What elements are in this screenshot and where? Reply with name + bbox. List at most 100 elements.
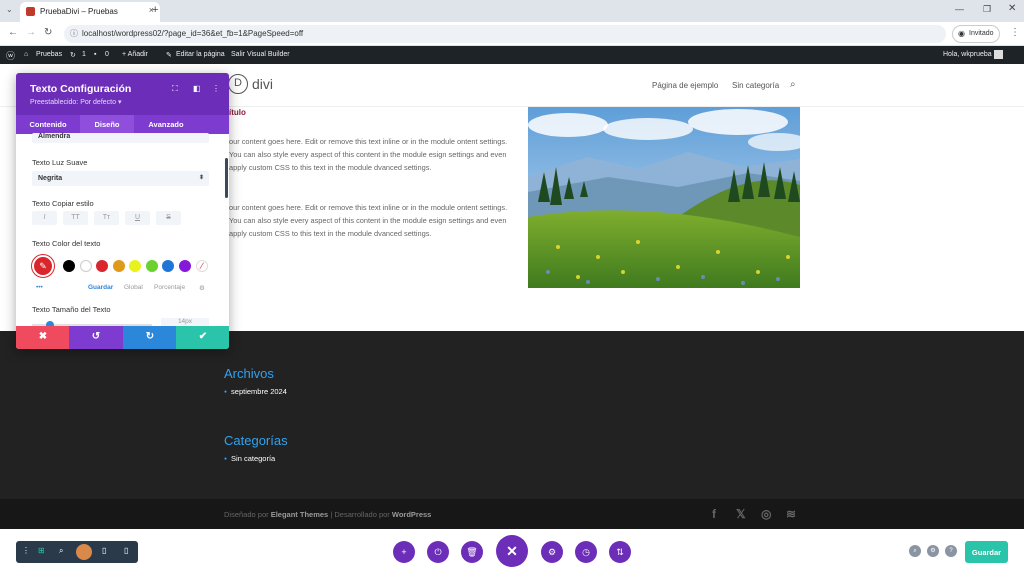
landscape-image[interactable] (528, 107, 800, 288)
minimize-icon[interactable]: — (955, 4, 964, 14)
swatch-blue[interactable] (162, 260, 174, 272)
history-button[interactable]: ◷ (575, 541, 597, 563)
zoom-icon[interactable]: ⌕ (59, 546, 63, 556)
font-select[interactable]: Almendra (32, 133, 209, 143)
text-paragraph-1[interactable]: our content goes here. Edit or remove th… (229, 135, 509, 174)
search-builder-icon[interactable]: ⌕ (909, 545, 921, 557)
swatch-purple[interactable] (179, 260, 191, 272)
swatch-white[interactable] (80, 260, 92, 272)
tab-avanzado[interactable]: Avanzado (134, 115, 198, 134)
redo-button[interactable]: ↻ (123, 326, 177, 349)
no-color-icon[interactable]: ⁄ (196, 260, 208, 272)
font-weight-value: Negrita (38, 175, 63, 182)
discard-button[interactable]: ✖ (16, 326, 70, 349)
credit-brand-link[interactable]: Elegant Themes (271, 510, 329, 519)
color-settings-icon[interactable]: ⚙ (199, 284, 205, 292)
facebook-icon[interactable]: f (712, 507, 716, 521)
dock-panel-icon[interactable]: ◧ (193, 84, 201, 93)
phone-view-icon[interactable]: ▯ (124, 546, 128, 555)
search-icon[interactable]: ⌕ (790, 79, 796, 90)
add-new-link[interactable]: + Añadir (122, 51, 148, 58)
swatch-orange[interactable] (113, 260, 125, 272)
panel-header[interactable]: Texto Configuración Preestablecido: Por … (16, 73, 229, 115)
url-field[interactable]: ⓘ localhost/wordpress02/?page_id=36&et_f… (64, 25, 946, 43)
edit-page-link[interactable]: Editar la página (176, 51, 225, 58)
browser-tab[interactable]: PruebaDivi – Pruebas × (20, 2, 160, 22)
save-color-link[interactable]: Guardar (88, 284, 113, 291)
more-options-icon[interactable]: ••• (36, 284, 43, 291)
back-icon[interactable]: ← (8, 27, 18, 38)
tab-contenido[interactable]: Contenido (16, 115, 80, 134)
profile-button[interactable]: ◉ Invitado (952, 25, 1000, 43)
wordpress-logo-icon[interactable]: ⓦ (6, 49, 15, 62)
tab-list-icon[interactable]: ⌄ (6, 5, 13, 14)
site-logo-text[interactable]: divi (252, 76, 273, 92)
desktop-view-icon[interactable] (76, 544, 92, 560)
site-logo-icon[interactable]: D (228, 74, 248, 94)
help-icon[interactable]: ? (945, 545, 957, 557)
footer-bottom-bar: Diseñado por Elegant Themes | Desarrolla… (0, 499, 1024, 529)
builder-settings-icon[interactable]: ⚙ (927, 545, 939, 557)
swatch-green[interactable] (146, 260, 158, 272)
swatch-red[interactable] (96, 260, 108, 272)
reload-icon[interactable]: ↻ (44, 27, 52, 38)
font-weight-select[interactable]: Negrita ⬍ (32, 171, 209, 186)
fullscreen-icon[interactable]: ⛶ (172, 84, 178, 94)
exit-builder-link[interactable]: Salir Visual Builder (231, 51, 290, 58)
menu-item-sin-categoria[interactable]: Sin categoría (732, 81, 779, 90)
comments-count[interactable]: 0 (105, 51, 109, 58)
tablet-view-icon[interactable]: ▯ (102, 546, 106, 555)
new-tab-icon[interactable]: + (152, 4, 158, 16)
x-twitter-icon[interactable]: 𝕏 (736, 507, 746, 521)
close-window-icon[interactable]: ✕ (1008, 3, 1016, 14)
credit-wordpress-link[interactable]: WordPress (392, 510, 431, 519)
text-paragraph-2[interactable]: our content goes here. Edit or remove th… (229, 201, 509, 240)
tab-diseno[interactable]: Diseño (80, 115, 134, 134)
user-greeting[interactable]: Hola, wkprueba (943, 51, 992, 58)
font-value: Almendra (38, 133, 71, 140)
panel-scrollbar[interactable] (225, 158, 228, 198)
strikethrough-button[interactable]: S (156, 211, 181, 225)
sort-button[interactable]: ⇅ (609, 541, 631, 563)
restore-icon[interactable]: ❐ (983, 4, 991, 15)
undo-button[interactable]: ↺ (69, 326, 123, 349)
panel-menu-icon[interactable]: ⋮ (212, 84, 220, 93)
favicon-icon (26, 7, 35, 16)
add-module-button[interactable]: + (393, 541, 415, 563)
preset-selector[interactable]: Preestablecido: Por defecto ▾ (30, 98, 121, 106)
italic-button[interactable]: I (32, 211, 57, 225)
page-settings-button[interactable]: ⚙ (541, 541, 563, 563)
save-button[interactable]: Guardar (965, 541, 1008, 563)
swatch-yellow[interactable] (129, 260, 141, 272)
swatch-black[interactable] (63, 260, 75, 272)
underline-button[interactable]: U (125, 211, 150, 225)
rss-icon[interactable]: ≋ (786, 507, 796, 521)
wireframe-icon[interactable]: ⊞ (38, 546, 45, 555)
archives-item[interactable]: septiembre 2024 (224, 387, 287, 396)
site-info-icon[interactable]: ⓘ (70, 28, 78, 39)
admin-site-link[interactable]: Pruebas (36, 51, 62, 58)
text-settings-panel: Texto Configuración Preestablecido: Por … (16, 73, 229, 349)
apply-button[interactable]: ✔ (176, 326, 229, 349)
archives-title: Archivos (224, 366, 274, 381)
select-arrows-icon: ⬍ (198, 175, 204, 181)
user-avatar[interactable] (994, 50, 1003, 59)
text-module-title[interactable]: ítulo (229, 108, 246, 117)
close-builder-button[interactable]: ✕ (496, 535, 528, 567)
builder-menu-icon[interactable]: ⋮ (22, 546, 30, 555)
categories-item[interactable]: Sin categoría (224, 454, 275, 463)
global-color-link[interactable]: Global (124, 284, 143, 291)
forward-icon[interactable]: → (26, 27, 36, 38)
capitalize-button[interactable]: Tт (94, 211, 119, 225)
instagram-icon[interactable]: ◎ (761, 507, 771, 521)
wp-admin-bar: ⓦ ⌂ Pruebas ↻ 1 ▪ 0 + Añadir ✎ Editar la… (0, 46, 1024, 64)
color-picker-button[interactable]: ✎ (32, 255, 54, 277)
browser-menu-icon[interactable]: ⋮ (1010, 27, 1020, 38)
updates-count[interactable]: 1 (82, 51, 86, 58)
uppercase-button[interactable]: TT (63, 211, 88, 225)
clear-layout-button[interactable]: 🗑 (461, 541, 483, 563)
menu-item-ejemplo[interactable]: Página de ejemplo (652, 81, 718, 90)
portability-button[interactable]: ⏻ (427, 541, 449, 563)
percent-color-link[interactable]: Porcentaje (154, 284, 185, 291)
view-controls: ⋮ ⊞ ⌕ ▯ ▯ (16, 541, 138, 563)
